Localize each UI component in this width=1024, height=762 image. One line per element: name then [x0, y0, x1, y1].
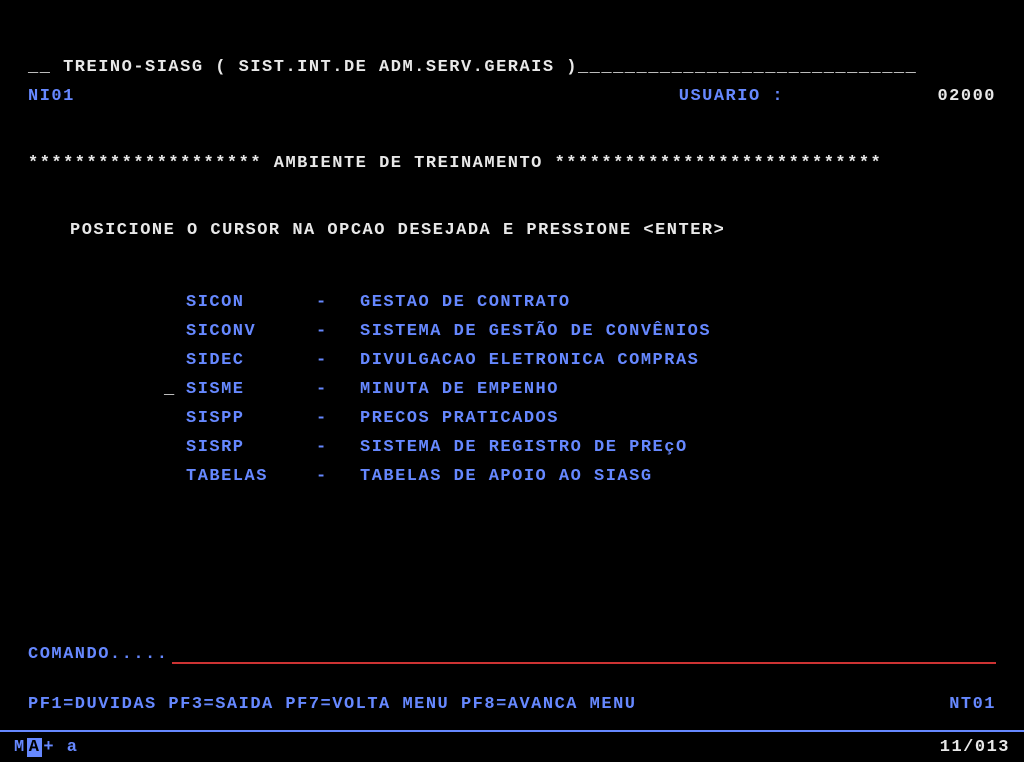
status-bar: MA + a 11/013: [0, 730, 1024, 762]
menu-item-sisme[interactable]: _ SISME - MINUTA DE EMPENHO: [186, 375, 996, 404]
menu-item-siconv[interactable]: SICONV - SISTEMA DE GESTÃO DE CONVÊNIOS: [186, 317, 996, 346]
menu-desc: SISTEMA DE REGISTRO DE PREçO: [360, 433, 688, 462]
menu-desc: DIVULGACAO ELETRONICA COMPRAS: [360, 346, 699, 375]
menu-item-sidec[interactable]: SIDEC - DIVULGACAO ELETRONICA COMPRAS: [186, 346, 996, 375]
menu-desc: TABELAS DE APOIO AO SIASG: [360, 462, 653, 491]
status-cursor-icon: A: [27, 738, 43, 757]
menu-dash: -: [316, 288, 360, 317]
menu-dash: -: [316, 433, 360, 462]
instruction-text: POSICIONE O CURSOR NA OPCAO DESEJADA E P…: [28, 221, 996, 240]
menu-desc: MINUTA DE EMPENHO: [360, 375, 559, 404]
menu-code: SIDEC: [186, 346, 316, 375]
menu-dash: -: [316, 462, 360, 491]
menu-code: SISRP: [186, 433, 316, 462]
environment-banner: ******************** AMBIENTE DE TREINAM…: [28, 154, 996, 173]
main-menu: SICON - GESTAO DE CONTRATO SICONV - SIST…: [28, 288, 996, 491]
menu-item-sicon[interactable]: SICON - GESTAO DE CONTRATO: [186, 288, 996, 317]
menu-code: SISME: [186, 375, 316, 404]
comando-input[interactable]: [172, 646, 996, 664]
menu-item-tabelas[interactable]: TABELAS - TABELAS DE APOIO AO SIASG: [186, 462, 996, 491]
menu-code: SICONV: [186, 317, 316, 346]
cursor-indicator: _: [164, 375, 176, 404]
menu-dash: -: [316, 375, 360, 404]
usuario-label: USUARIO :: [679, 87, 784, 106]
menu-dash: -: [316, 317, 360, 346]
menu-item-sispp[interactable]: SISPP - PRECOS PRATICADOS: [186, 404, 996, 433]
pf-right-code: NT01: [949, 695, 996, 714]
menu-desc: SISTEMA DE GESTÃO DE CONVÊNIOS: [360, 317, 711, 346]
menu-code: SICON: [186, 288, 316, 317]
pf-keys: PF1=DUVIDAS PF3=SAIDA PF7=VOLTA MENU PF8…: [28, 695, 637, 714]
menu-item-sisrp[interactable]: SISRP - SISTEMA DE REGISTRO DE PREçO: [186, 433, 996, 462]
usuario-value: 02000: [937, 87, 996, 106]
menu-desc: PRECOS PRATICADOS: [360, 404, 559, 433]
cursor-position: 11/013: [940, 738, 1010, 757]
comando-label: COMANDO.....: [28, 645, 168, 664]
status-left: MA + a: [14, 738, 79, 757]
menu-code: SISPP: [186, 404, 316, 433]
menu-dash: -: [316, 404, 360, 433]
menu-code: TABELAS: [186, 462, 316, 491]
window-title: __ TREINO-SIASG ( SIST.INT.DE ADM.SERV.G…: [28, 58, 996, 77]
menu-desc: GESTAO DE CONTRATO: [360, 288, 571, 317]
menu-dash: -: [316, 346, 360, 375]
screen-id: NI01: [28, 87, 75, 106]
